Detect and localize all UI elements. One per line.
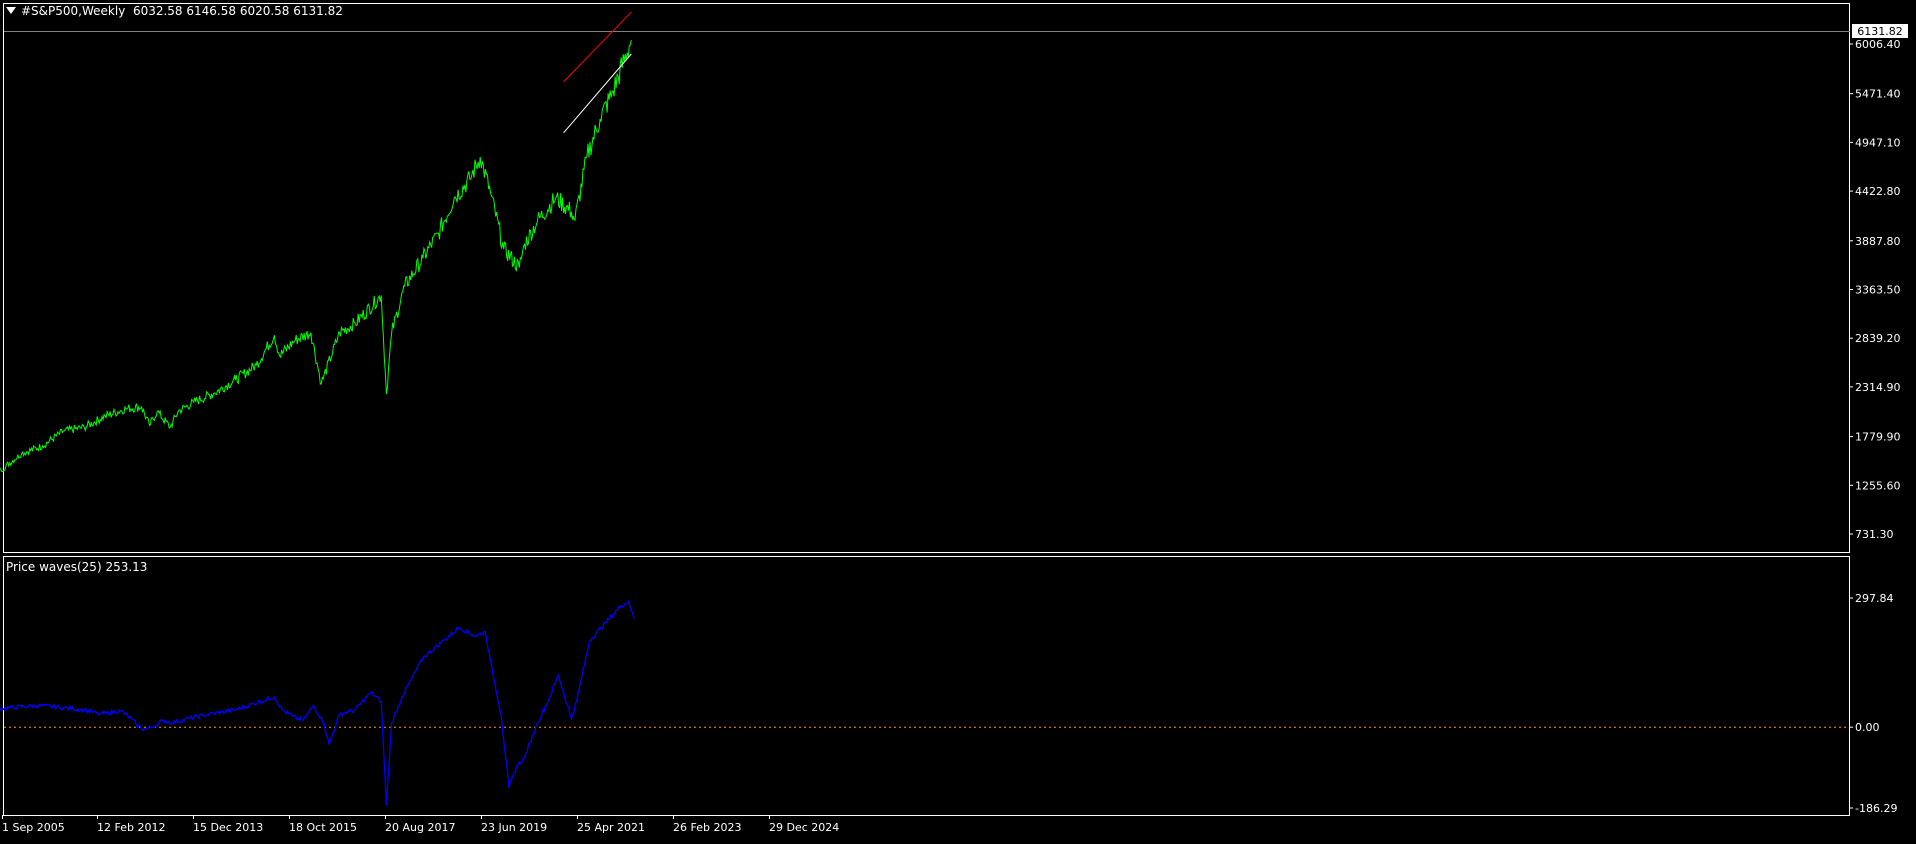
trend-channel-upper-line [563, 11, 632, 83]
indicator-y-tick-label: 297.84 [1855, 592, 1894, 605]
indicator-y-tick-label: 0.00 [1855, 721, 1880, 734]
indicator-label: Price waves(25) 253.13 [6, 560, 148, 574]
price-series-line [0, 39, 632, 472]
price-y-tick-label: 3363.50 [1855, 283, 1901, 296]
indicator-series-line [0, 599, 635, 806]
x-tick-label: 1 Sep 2005 [2, 821, 65, 834]
indicator-y-tick-label: -186.29 [1855, 802, 1897, 815]
x-tick-label: 18 Oct 2015 [289, 821, 357, 834]
chart-canvas[interactable]: 6131.82 6006.40 5471.40 4947.10 4422.80 3887… [0, 0, 1916, 840]
x-tick-label: 29 Dec 2024 [769, 821, 839, 834]
price-y-tick-label: 731.30 [1855, 528, 1894, 541]
price-y-tick-label: 4947.10 [1855, 136, 1901, 149]
price-y-tick-label: 5471.40 [1855, 88, 1901, 101]
price-y-tick-label: 2839.20 [1855, 332, 1901, 345]
symbol-label: #S&P500,Weekly [21, 4, 126, 18]
price-y-tick-label: 1255.60 [1855, 479, 1901, 492]
x-tick-label: 26 Feb 2023 [673, 821, 741, 834]
price-y-tick-label: 6006.40 [1855, 38, 1901, 51]
chart-window: 6131.82 6006.40 5471.40 4947.10 4422.80 3887… [0, 0, 1916, 840]
price-y-tick-label: 1779.90 [1855, 431, 1901, 444]
collapse-triangle-icon[interactable] [6, 7, 16, 14]
x-tick-label: 23 Jun 2019 [481, 821, 547, 834]
x-tick-label: 12 Feb 2012 [97, 821, 165, 834]
chart-header: #S&P500,Weekly 6032.58 6146.58 6020.58 6… [6, 4, 343, 18]
ohlc-values: 6032.58 6146.58 6020.58 6131.82 [132, 4, 343, 18]
price-panel-frame [3, 3, 1850, 553]
trend-channel-lower-line [563, 53, 632, 134]
price-y-tick-label: 2314.90 [1855, 381, 1901, 394]
x-tick-label: 25 Apr 2021 [577, 821, 645, 834]
x-tick-label: 15 Dec 2013 [193, 821, 263, 834]
current-price-marker: 6131.82 [1857, 25, 1903, 38]
price-y-tick-label: 3887.80 [1855, 235, 1901, 248]
price-y-tick-label: 4422.80 [1855, 185, 1901, 198]
indicator-panel-frame [3, 556, 1850, 816]
x-tick-label: 20 Aug 2017 [385, 821, 455, 834]
